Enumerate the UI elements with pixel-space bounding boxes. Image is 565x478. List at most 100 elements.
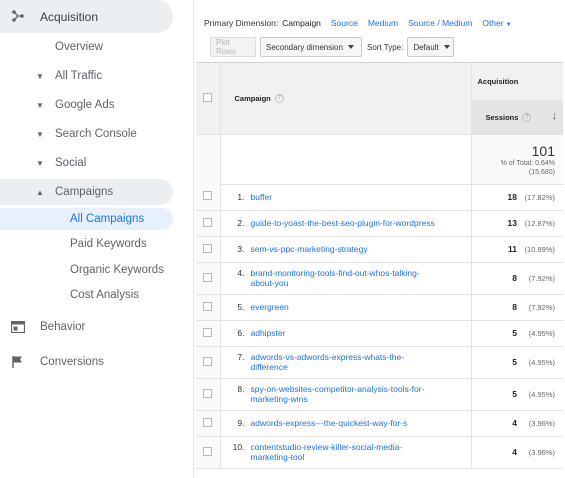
campaign-link[interactable]: guide-to-yoast-the-best-seo-plugin-for-w… — [251, 218, 435, 228]
sidebar-item-behavior[interactable]: Behavior — [0, 317, 194, 337]
sort-arrow-icon[interactable]: ↓ — [552, 110, 558, 122]
acquisition-icon — [10, 8, 26, 24]
sessions-percent: (7.92%) — [528, 303, 555, 312]
sessions-cell: 5 (4.95%) — [471, 320, 563, 347]
row-checkbox[interactable] — [203, 243, 213, 253]
sidebar-item-acquisition[interactable]: Acquisition — [0, 0, 173, 33]
row-checkbox[interactable] — [203, 356, 213, 366]
campaign-link[interactable]: evergreen — [251, 302, 289, 312]
chevron-down-icon: ▲ — [36, 187, 44, 197]
campaign-link[interactable]: sem-vs-ppc-marketing-strategy — [251, 244, 368, 254]
secondary-dimension-select[interactable]: Secondary dimension — [260, 37, 362, 57]
sessions-percent: (7.92%) — [528, 274, 555, 283]
campaign-link[interactable]: adhipster — [251, 328, 286, 338]
campaign-cell: 2. guide-to-yoast-the-best-seo-plugin-for… — [220, 210, 472, 237]
sessions-header-label: Sessions — [485, 112, 519, 122]
table-header-group-row: Campaign? Acquisition — [196, 62, 563, 135]
row-checkbox[interactable] — [203, 417, 213, 427]
row-checkbox-cell — [196, 436, 221, 469]
campaign-name-line1: adhipster — [250, 328, 286, 338]
row-checkbox-cell — [196, 320, 221, 347]
row-number: 5. — [237, 302, 245, 312]
select-all-cell — [196, 62, 221, 135]
sidebar-item-paid-keywords[interactable]: Paid Keywords — [0, 234, 194, 254]
campaign-name-line1: evergreen — [250, 302, 289, 312]
primary-dimension-label: Primary Dimension: — [204, 18, 279, 28]
sidebar-item-search-console[interactable]: ▼ Search Console — [0, 124, 194, 144]
row-checkbox[interactable] — [203, 446, 213, 456]
row-checkbox[interactable] — [203, 217, 213, 227]
row-checkbox-cell — [196, 378, 221, 411]
sidebar-item-label: All Campaigns — [70, 213, 145, 225]
dimension-option-source[interactable]: Source — [331, 18, 358, 28]
campaign-link[interactable]: adwords-vs-adwords-express-whats-the-dif… — [251, 352, 405, 372]
totals-label-cell — [220, 134, 472, 185]
sidebar-item-conversions[interactable]: Conversions — [0, 352, 194, 372]
campaign-link[interactable]: adwords-express---the-quickest-way-for-s — [251, 418, 408, 428]
sidebar-item-social[interactable]: ▼ Social — [0, 153, 194, 173]
row-checkbox[interactable] — [203, 327, 213, 337]
sessions-value: 4 — [512, 447, 517, 457]
campaign-link[interactable]: contentstudio-review-killer-social-media… — [251, 442, 403, 462]
totals-checkbox-cell — [196, 134, 221, 185]
campaign-name-line2: marketing-wins — [250, 394, 308, 404]
row-checkbox[interactable] — [203, 301, 213, 311]
sidebar-item-google-ads[interactable]: ▼ Google Ads — [0, 95, 194, 115]
campaign-table: Campaign? Acquisition Sessions? ↓ 101 % … — [196, 62, 563, 185]
campaign-link[interactable]: spy-on-websites-competitor-analysis-tool… — [251, 384, 425, 404]
sessions-value: 4 — [512, 418, 517, 428]
sidebar-item-cost-analysis[interactable]: Cost Analysis — [0, 285, 194, 305]
sessions-header[interactable]: Sessions? ↓ — [471, 100, 563, 135]
sessions-percent: (4.95%) — [528, 390, 555, 399]
row-checkbox-cell — [196, 294, 221, 321]
campaign-link[interactable]: brand-monitoring-tools-find-out-whos-tal… — [251, 268, 420, 288]
sidebar-item-overview[interactable]: Overview — [0, 37, 194, 57]
row-checkbox[interactable] — [203, 388, 213, 398]
sessions-cell: 4 (3.96%) — [471, 410, 563, 437]
sidebar-item-label: Overview — [55, 41, 103, 53]
help-icon: ? — [274, 94, 284, 104]
sessions-cell: 5 (4.95%) — [471, 346, 563, 379]
totals-value-cell: 101 % of Total: 0.64% (15,680) — [471, 134, 563, 185]
row-checkbox[interactable] — [203, 272, 213, 282]
chevron-down-icon — [443, 45, 450, 49]
row-checkbox-cell — [196, 410, 221, 437]
sessions-cell: 18 (17.82%) — [471, 184, 563, 211]
report-main: Primary Dimension: Campaign Source Mediu… — [194, 0, 565, 478]
dimension-option-source-medium[interactable]: Source / Medium — [408, 18, 472, 28]
table-row: 6. adhipster 5 (4.95%) — [196, 320, 563, 347]
sessions-value: 11 — [508, 244, 517, 254]
campaign-link[interactable]: buffer — [251, 192, 273, 202]
sessions-percent: (17.82%) — [524, 192, 555, 202]
sidebar-item-label: Google Ads — [55, 99, 115, 111]
sort-type-select[interactable]: Default — [407, 37, 455, 57]
row-checkbox[interactable] — [203, 191, 213, 201]
dimension-option-other[interactable]: Other ▼ — [482, 18, 511, 28]
dimension-option-medium[interactable]: Medium — [368, 18, 398, 28]
campaign-cell: 8. spy-on-websites-competitor-analysis-to… — [220, 378, 472, 411]
campaign-cell: 4. brand-monitoring-tools-find-out-whos-t… — [220, 262, 472, 295]
sidebar-item-all-traffic[interactable]: ▼ All Traffic — [0, 66, 194, 86]
select-all-checkbox[interactable] — [203, 93, 213, 102]
table-row: 7. adwords-vs-adwords-express-whats-the-d… — [196, 346, 563, 379]
total-sessions-value: 101 — [531, 142, 555, 159]
sidebar-item-all-campaigns[interactable]: All Campaigns — [0, 208, 173, 230]
sidebar-item-campaigns[interactable]: ▲ Campaigns — [0, 179, 173, 205]
sidebar-item-label: Organic Keywords — [70, 264, 164, 276]
sessions-cell: 13 (12.87%) — [471, 210, 563, 237]
campaign-cell: 5. evergreen — [220, 294, 472, 321]
sidebar-item-organic-keywords[interactable]: Organic Keywords — [0, 260, 194, 280]
row-checkbox-cell — [196, 262, 221, 295]
campaign-header-label: Campaign — [234, 93, 271, 103]
campaign-cell: 10. contentstudio-review-killer-social-me… — [220, 436, 472, 469]
row-number: 6. — [237, 328, 245, 338]
table-row: 3. sem-vs-ppc-marketing-strategy 11 (10.89%… — [196, 236, 563, 263]
plot-rows-button[interactable]: Plot Rows — [210, 37, 256, 57]
plot-rows-label: Plot Rows — [216, 38, 237, 56]
row-number: 4. — [237, 268, 245, 278]
campaign-cell: 3. sem-vs-ppc-marketing-strategy — [220, 236, 472, 263]
campaign-name-line1: sem-vs-ppc-marketing-strategy — [250, 244, 368, 254]
sessions-cell: 8 (7.92%) — [471, 294, 563, 321]
help-icon: ? — [522, 113, 532, 123]
campaign-header[interactable]: Campaign? — [220, 62, 472, 135]
